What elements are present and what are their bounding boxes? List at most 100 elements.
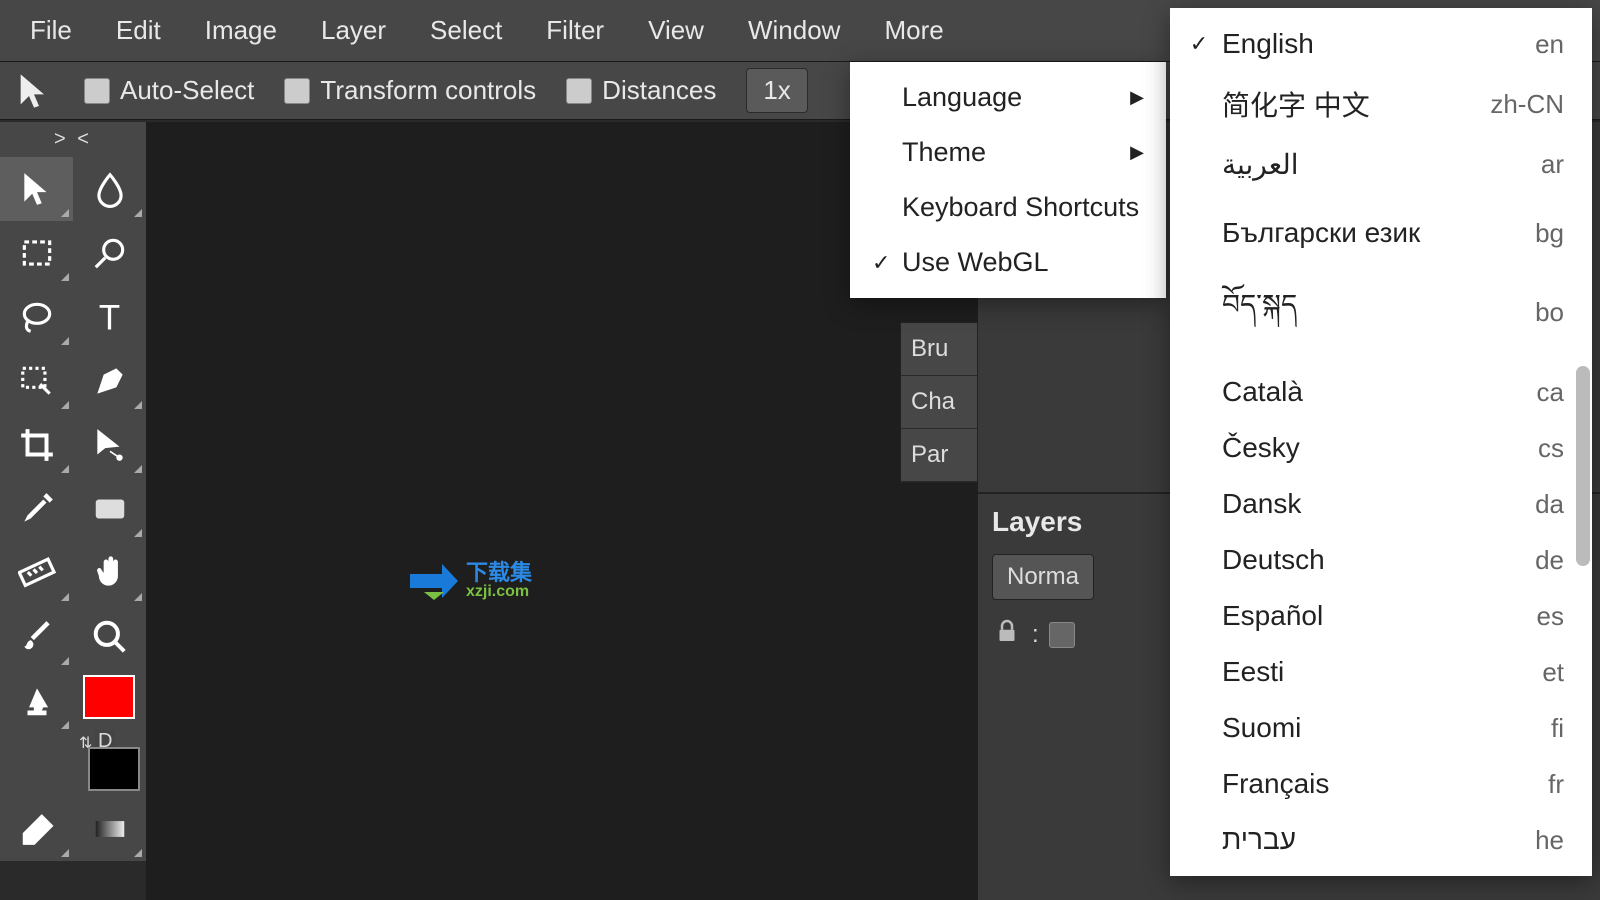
language-option-cs[interactable]: Českycs	[1170, 420, 1592, 476]
menu-edit[interactable]: Edit	[94, 1, 183, 60]
language-name: Česky	[1214, 432, 1538, 464]
menu-item-label: Keyboard Shortcuts	[902, 192, 1139, 223]
auto-select-option[interactable]: Auto-Select	[84, 75, 254, 106]
blur-tool[interactable]	[73, 157, 146, 221]
menu-item-theme[interactable]: Theme ▶	[850, 125, 1166, 180]
language-option-bo[interactable]: བོད་སྐདbo	[1170, 261, 1592, 364]
eyedropper-tool[interactable]	[0, 477, 73, 541]
checkbox-icon[interactable]	[566, 78, 592, 104]
menu-item-use-webgl[interactable]: ✓ Use WebGL	[850, 235, 1166, 290]
menu-layer[interactable]: Layer	[299, 1, 408, 60]
watermark: 下载集 xzji.com	[410, 562, 532, 600]
language-name: Français	[1214, 768, 1548, 800]
submenu-arrow-icon: ▶	[1130, 142, 1144, 163]
text-tool[interactable]: T	[73, 285, 146, 349]
language-code: ar	[1541, 149, 1564, 180]
language-code: bo	[1535, 297, 1564, 328]
watermark-url: xzji.com	[466, 584, 532, 600]
menu-file[interactable]: File	[8, 1, 94, 60]
menu-item-label: Language	[902, 82, 1022, 113]
language-option-zh-CN[interactable]: 简化字 中文zh-CN	[1170, 72, 1592, 136]
crop-tool[interactable]	[0, 413, 73, 477]
menu-window[interactable]: Window	[726, 1, 862, 60]
language-name: Suomi	[1214, 712, 1551, 744]
magic-wand-tool[interactable]	[73, 221, 146, 285]
menu-image[interactable]: Image	[183, 1, 299, 60]
transform-controls-label: Transform controls	[320, 75, 536, 106]
lock-icon	[992, 616, 1022, 653]
ruler-tool[interactable]	[0, 541, 73, 605]
check-icon: ✓	[1184, 31, 1214, 57]
transform-controls-option[interactable]: Transform controls	[284, 75, 536, 106]
language-code: ca	[1537, 377, 1564, 408]
language-code: de	[1535, 545, 1564, 576]
menu-select[interactable]: Select	[408, 1, 524, 60]
menu-item-language[interactable]: Language ▶	[850, 70, 1166, 125]
scrollbar[interactable]	[1576, 366, 1590, 566]
language-submenu: ✓Englishen简化字 中文zh-CNالعربيةarБългарски …	[1170, 8, 1592, 876]
move-tool[interactable]	[0, 157, 73, 221]
lasso-tool[interactable]	[0, 285, 73, 349]
menu-item-keyboard-shortcuts[interactable]: Keyboard Shortcuts	[850, 180, 1166, 235]
hand-tool[interactable]	[73, 541, 146, 605]
gradient-tool[interactable]	[73, 797, 146, 861]
language-option-et[interactable]: Eestiet	[1170, 644, 1592, 700]
toolbox-collapse[interactable]: > <	[0, 126, 146, 157]
eraser-tool[interactable]	[0, 797, 73, 861]
language-option-bg[interactable]: Български езикbg	[1170, 205, 1592, 261]
menu-filter[interactable]: Filter	[524, 1, 626, 60]
language-option-en[interactable]: ✓Englishen	[1170, 16, 1592, 72]
language-option-fi[interactable]: Suomifi	[1170, 700, 1592, 756]
background-color-swatch[interactable]	[88, 747, 140, 791]
path-select-tool[interactable]	[73, 413, 146, 477]
language-name: עברית	[1214, 824, 1535, 856]
menu-item-label: Use WebGL	[902, 247, 1049, 278]
language-option-de[interactable]: Deutschde	[1170, 532, 1592, 588]
language-code: da	[1535, 489, 1564, 520]
toolbox: > < T ⇅ D	[0, 122, 146, 861]
language-name: Български език	[1214, 217, 1535, 249]
foreground-color-swatch[interactable]	[83, 675, 135, 719]
language-name: English	[1214, 28, 1535, 60]
checkbox-icon[interactable]	[84, 78, 110, 104]
auto-select-label: Auto-Select	[120, 75, 254, 106]
brush-tool[interactable]	[0, 605, 73, 669]
shape-tool[interactable]	[73, 477, 146, 541]
lock-transparent-button[interactable]	[1049, 622, 1075, 648]
language-option-he[interactable]: עבריתhe	[1170, 812, 1592, 868]
color-swatches[interactable]: ⇅ D	[73, 669, 146, 797]
language-option-fr[interactable]: Françaisfr	[1170, 756, 1592, 812]
menu-more[interactable]: More	[862, 1, 965, 60]
distances-option[interactable]: Distances	[566, 75, 716, 106]
language-option-es[interactable]: Españoles	[1170, 588, 1592, 644]
menu-view[interactable]: View	[626, 1, 726, 60]
language-code: en	[1535, 29, 1564, 60]
language-name: العربية	[1214, 148, 1541, 181]
language-option-ca[interactable]: Catalàca	[1170, 364, 1592, 420]
clone-stamp-tool[interactable]	[0, 669, 73, 733]
panel-tab-character[interactable]: Cha	[901, 376, 977, 429]
language-name: བོད་སྐད	[1214, 273, 1535, 352]
language-option-da[interactable]: Danskda	[1170, 476, 1592, 532]
blend-mode-select[interactable]: Norma	[992, 554, 1094, 600]
svg-text:T: T	[98, 299, 119, 336]
menu-item-label: Theme	[902, 137, 986, 168]
language-code: he	[1535, 825, 1564, 856]
checkbox-icon[interactable]	[284, 78, 310, 104]
rect-select-tool[interactable]	[0, 221, 73, 285]
language-option-ar[interactable]: العربيةar	[1170, 136, 1592, 193]
zoom-tool[interactable]	[73, 605, 146, 669]
lock-label: :	[1032, 621, 1039, 649]
panel-tab-paragraph[interactable]: Par	[901, 429, 977, 482]
panel-tab-brush[interactable]: Bru	[901, 323, 977, 376]
language-name: Deutsch	[1214, 544, 1535, 576]
language-name: 简化字 中文	[1214, 84, 1490, 124]
zoom-level-button[interactable]: 1x	[746, 68, 807, 113]
move-tool-icon	[14, 71, 54, 111]
collapsed-panel-tabs: Bru Cha Par	[900, 322, 978, 483]
more-menu-dropdown: Language ▶ Theme ▶ Keyboard Shortcuts ✓ …	[850, 62, 1166, 298]
quick-select-tool[interactable]	[0, 349, 73, 413]
check-icon: ✓	[872, 250, 902, 276]
pen-tool[interactable]	[73, 349, 146, 413]
language-code: zh-CN	[1490, 89, 1564, 120]
